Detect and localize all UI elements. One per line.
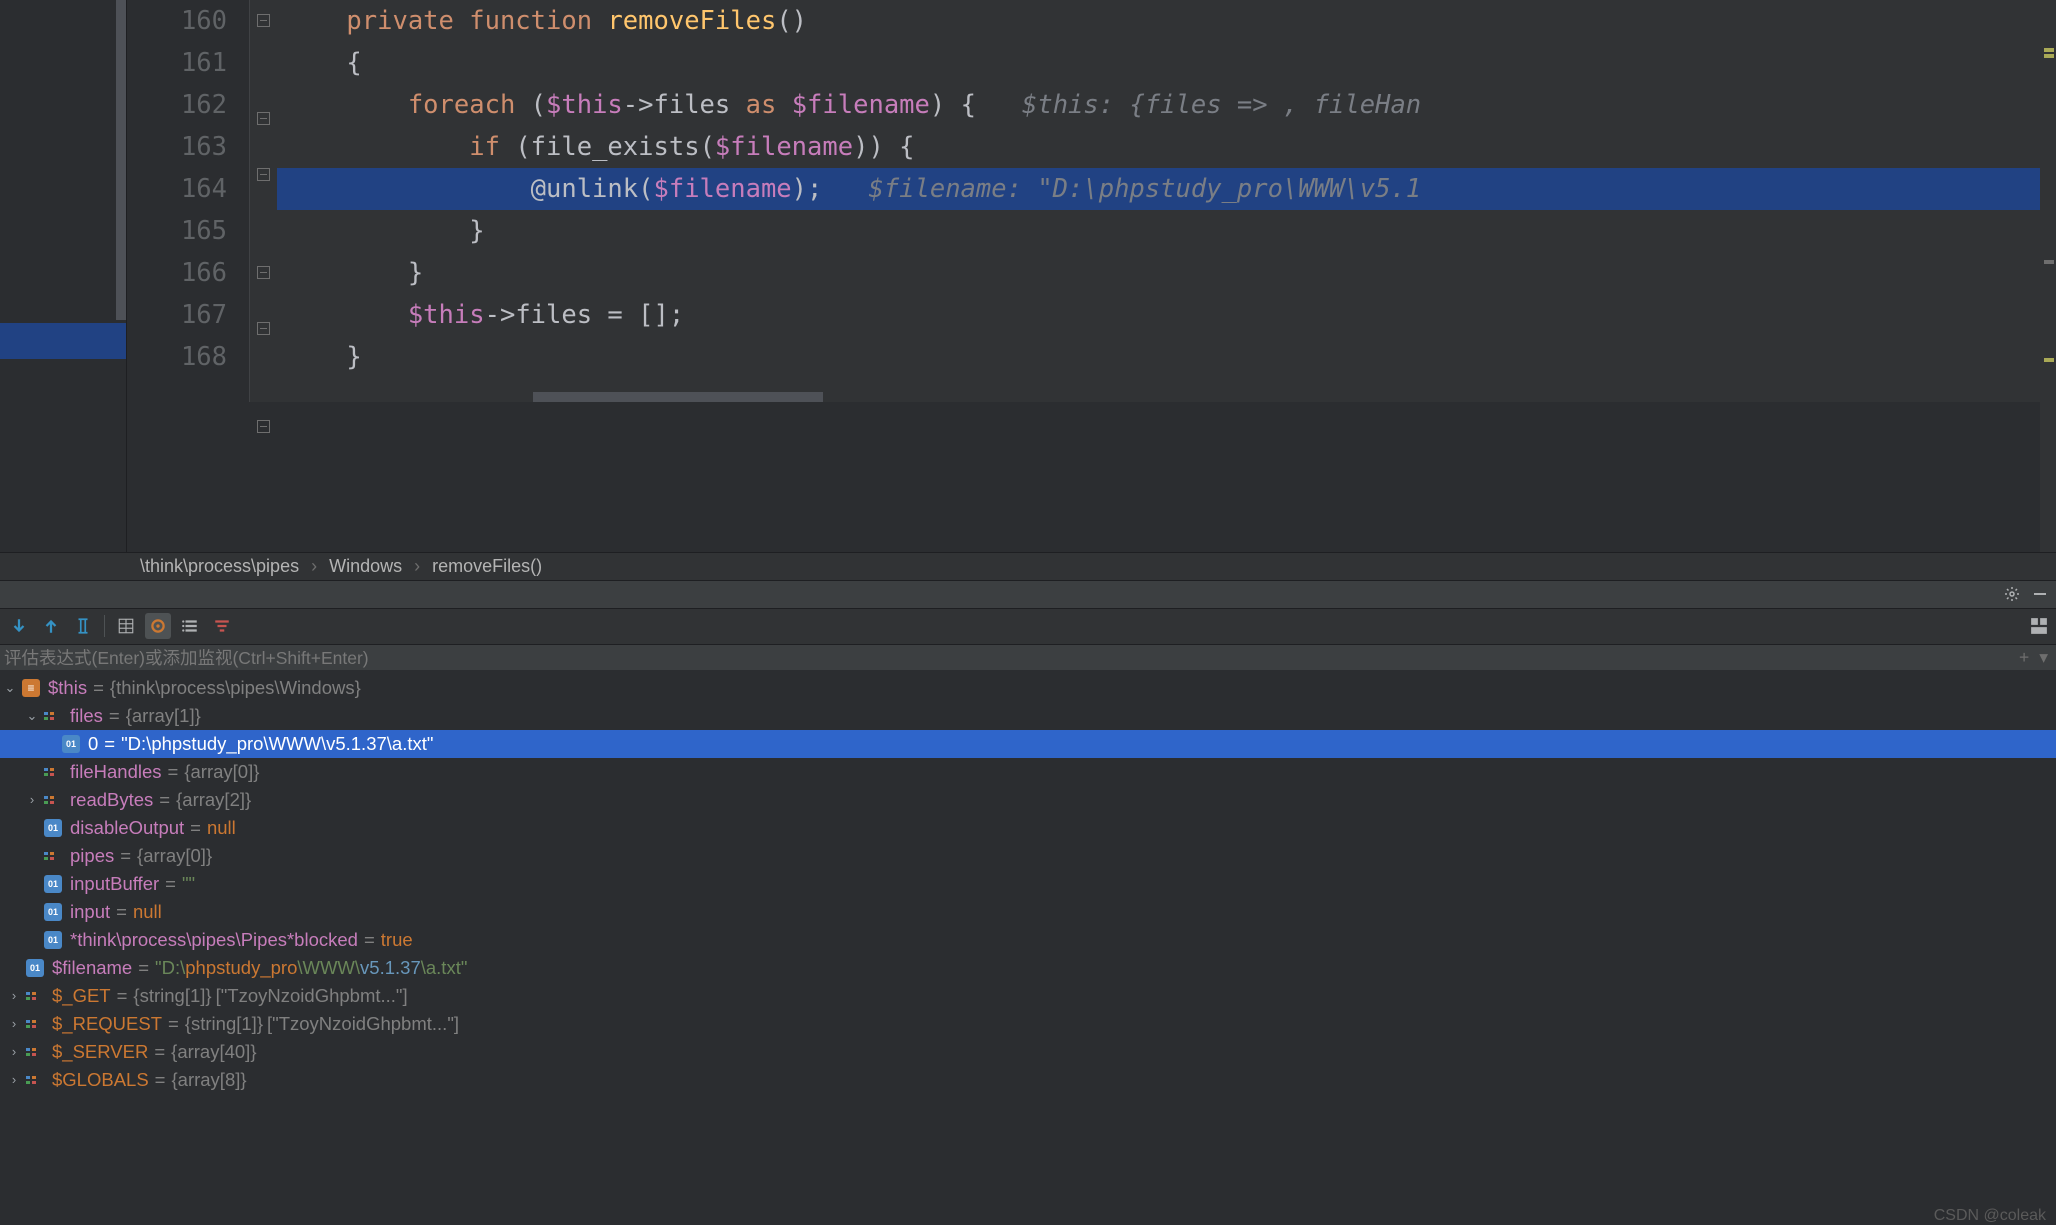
code-line-166[interactable]: } [277, 252, 2056, 294]
chevron-right-icon[interactable]: › [6, 988, 22, 1003]
chevron-right-icon[interactable]: › [6, 1016, 22, 1031]
gutter: 160 161 162 163 164 165 166 167 168 [127, 0, 249, 402]
var-request[interactable]: › $_REQUEST = {string[1]} ["TzoyNzoidGhp… [0, 1010, 2056, 1038]
scalar-icon: 01 [44, 875, 62, 893]
array-icon [44, 791, 62, 809]
code-line-165[interactable]: } [277, 210, 2056, 252]
step-up-button[interactable] [38, 613, 64, 639]
code-line-168[interactable]: } [277, 336, 2056, 378]
var-disableOutput[interactable]: 01 disableOutput = null [0, 814, 2056, 842]
var-filename[interactable]: 01 $filename = "D:\phpstudy_pro\WWW\v5.1… [0, 954, 2056, 982]
chevron-right-icon[interactable]: › [6, 1044, 22, 1059]
code-text-area[interactable]: private function removeFiles() { foreach… [277, 0, 2056, 402]
fold-marker-icon[interactable] [257, 266, 270, 279]
code-line-161[interactable]: { [277, 42, 2056, 84]
code-line-167[interactable]: $this->files = []; [277, 294, 2056, 336]
debug-toolbar [0, 608, 2056, 644]
minimize-icon[interactable] [2032, 586, 2048, 602]
dropdown-icon[interactable]: ▾ [2039, 647, 2048, 668]
fold-marker-icon[interactable] [257, 322, 270, 335]
list-button[interactable] [177, 613, 203, 639]
sidebar-scrollbar[interactable] [116, 0, 126, 320]
code-editor[interactable]: 160 161 162 163 164 165 166 167 168 [127, 0, 2056, 552]
fold-marker-icon[interactable] [257, 168, 270, 181]
target-button[interactable] [145, 613, 171, 639]
var-readBytes[interactable]: › readBytes = {array[2]} [0, 786, 2056, 814]
code-line-160[interactable]: private function removeFiles() [277, 0, 2056, 42]
code-line-164-current[interactable]: @unlink($filename); $filename: "D:\phpst… [277, 168, 2056, 210]
var-blocked[interactable]: 01 *think\process\pipes\Pipes*blocked = … [0, 926, 2056, 954]
filter-button[interactable] [209, 613, 235, 639]
array-icon [26, 1071, 44, 1089]
horizontal-scrollbar[interactable] [533, 392, 823, 402]
breadcrumb-item[interactable]: removeFiles() [432, 556, 542, 577]
evaluate-expression-bar[interactable]: 评估表达式(Enter)或添加监视(Ctrl+Shift+Enter) + ▾ [0, 644, 2056, 670]
var-fileHandles[interactable]: fileHandles = {array[0]} [0, 758, 2056, 786]
scalar-icon: 01 [44, 903, 62, 921]
minimap[interactable] [2040, 0, 2056, 552]
variables-panel[interactable]: ⌄ ≡ $this = {think\process\pipes\Windows… [0, 670, 2056, 1225]
var-get[interactable]: › $_GET = {string[1]} ["TzoyNzoidGhpbmt.… [0, 982, 2056, 1010]
breadcrumb[interactable]: \think\process\pipes › Windows › removeF… [0, 552, 2056, 580]
layout-icon[interactable] [2030, 617, 2048, 635]
fold-marker-icon[interactable] [257, 420, 270, 433]
fold-marker-icon[interactable] [257, 112, 270, 125]
fold-marker-icon[interactable] [257, 14, 270, 27]
add-icon[interactable]: + [2019, 647, 2029, 668]
breadcrumb-item[interactable]: Windows [329, 556, 402, 577]
object-icon: ≡ [22, 679, 40, 697]
step-down-button[interactable] [6, 613, 32, 639]
array-icon [44, 763, 62, 781]
var-input[interactable]: 01 input = null [0, 898, 2056, 926]
array-icon [26, 1043, 44, 1061]
array-icon [26, 1015, 44, 1033]
array-icon [44, 707, 62, 725]
table-view-button[interactable] [113, 613, 139, 639]
var-inputBuffer[interactable]: 01 inputBuffer = "" [0, 870, 2056, 898]
chevron-right-icon: › [311, 556, 317, 577]
chevron-right-icon[interactable]: › [6, 1072, 22, 1087]
var-globals[interactable]: › $GLOBALS = {array[8]} [0, 1066, 2056, 1094]
scalar-icon: 01 [26, 959, 44, 977]
debug-panel-header [0, 580, 2056, 608]
var-files-0[interactable]: 01 0 = "D:\phpstudy_pro\WWW\v5.1.37\a.tx… [0, 730, 2056, 758]
chevron-down-icon[interactable]: ⌄ [2, 680, 18, 696]
project-sidebar[interactable] [0, 0, 127, 552]
chevron-down-icon[interactable]: ⌄ [24, 708, 40, 724]
var-this[interactable]: ⌄ ≡ $this = {think\process\pipes\Windows… [0, 674, 2056, 702]
code-line-162[interactable]: foreach ($this->files as $filename) { $t… [277, 84, 2056, 126]
array-icon [26, 987, 44, 1005]
scalar-icon: 01 [44, 931, 62, 949]
gear-icon[interactable] [2004, 586, 2020, 602]
var-server[interactable]: › $_SERVER = {array[40]} [0, 1038, 2056, 1066]
eval-placeholder: 评估表达式(Enter)或添加监视(Ctrl+Shift+Enter) [4, 645, 369, 670]
cursor-button[interactable] [70, 613, 96, 639]
editor-area: 160 161 162 163 164 165 166 167 168 [0, 0, 2056, 552]
var-pipes[interactable]: pipes = {array[0]} [0, 842, 2056, 870]
chevron-right-icon: › [414, 556, 420, 577]
scalar-icon: 01 [62, 735, 80, 753]
chevron-right-icon[interactable]: › [24, 792, 40, 807]
array-icon [44, 847, 62, 865]
var-files[interactable]: ⌄ files = {array[1]} [0, 702, 2056, 730]
fold-column[interactable] [249, 0, 277, 402]
code-line-163[interactable]: if (file_exists($filename)) { [277, 126, 2056, 168]
breadcrumb-item[interactable]: \think\process\pipes [140, 556, 299, 577]
scalar-icon: 01 [44, 819, 62, 837]
sidebar-selection [0, 323, 126, 359]
watermark: CSDN @coleak [1934, 1207, 2046, 1225]
